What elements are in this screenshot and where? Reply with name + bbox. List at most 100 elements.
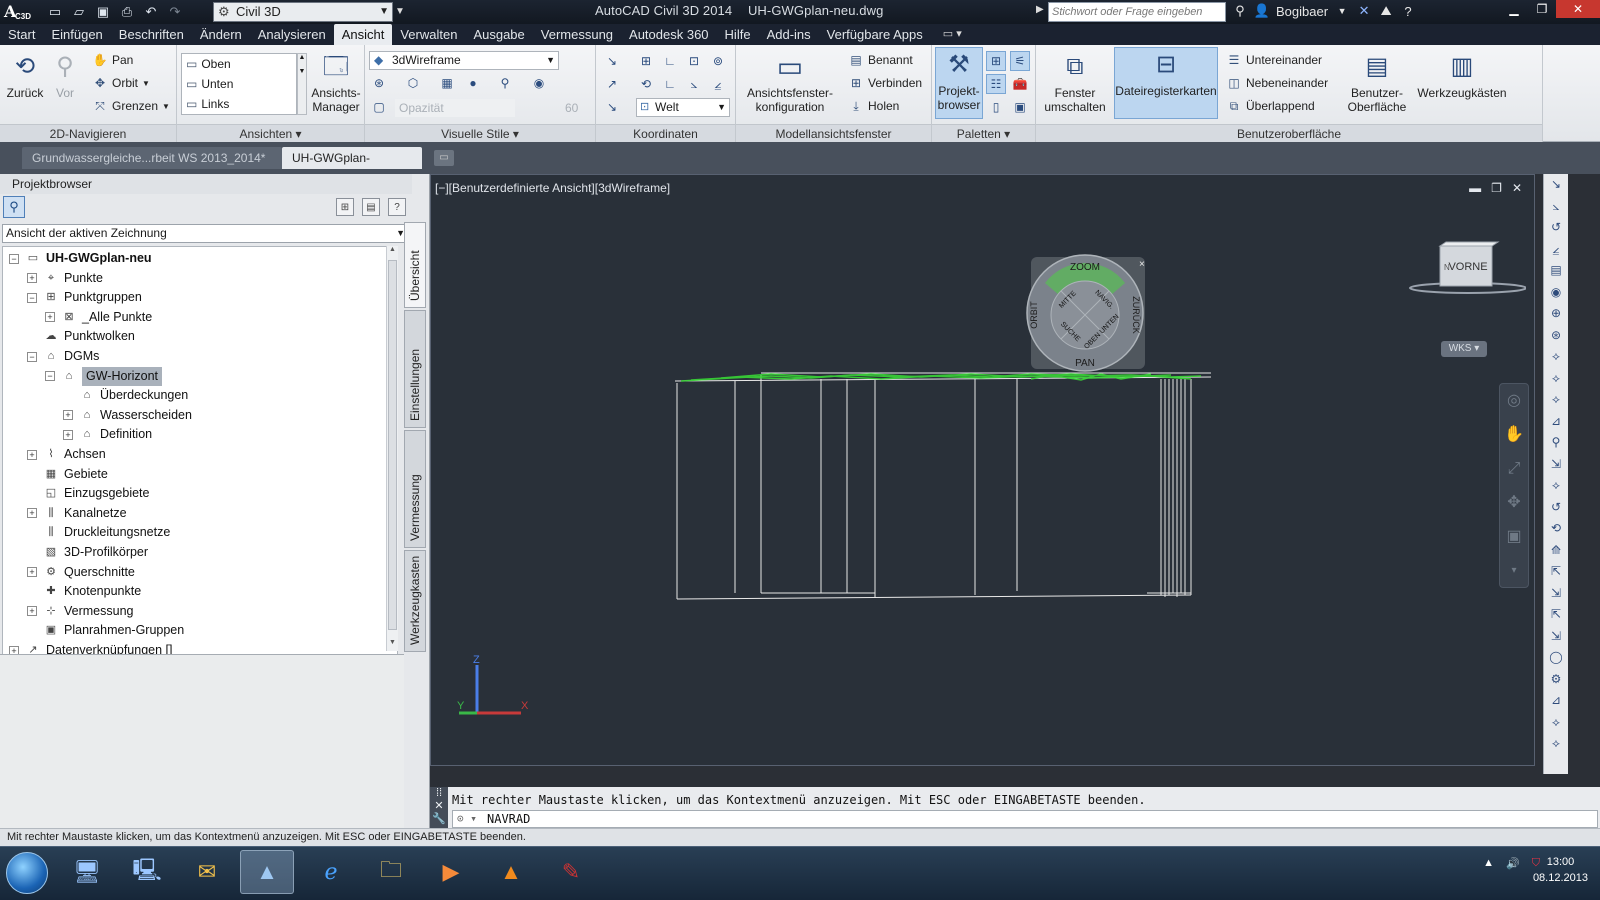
panel-title-2d-navigate[interactable]: 2D-Navigieren: [0, 124, 176, 142]
forward-button[interactable]: ⚲ Vor: [46, 50, 84, 101]
drawing-viewport[interactable]: [−][Benutzerdefinierte Ansicht][3dWirefr…: [430, 174, 1535, 766]
scroll-thumb[interactable]: [388, 260, 397, 630]
ucs-previous-icon[interactable]: ⊡: [684, 51, 704, 71]
drawing-tool-icon[interactable]: ✎: [544, 850, 598, 894]
wheel-zoom-label[interactable]: ZOOM: [1070, 262, 1100, 273]
properties-icon[interactable]: ☷: [986, 74, 1006, 94]
help-icon[interactable]: ?: [388, 198, 406, 216]
ucs-tool-icon[interactable]: ⟰: [1544, 540, 1568, 562]
minimize-icon[interactable]: ▁: [1500, 0, 1528, 18]
ucs-tool-icon[interactable]: ⊿: [1544, 690, 1568, 712]
side-tab[interactable]: Werkzeugkasten: [404, 550, 426, 652]
viewport-config-button[interactable]: ▭ Ansichtsfenster- konfiguration: [742, 50, 838, 115]
ucs-tool-icon[interactable]: ⟲: [1544, 518, 1568, 540]
redo-icon[interactable]: ↷: [166, 3, 184, 21]
view-item[interactable]: ▭ Links: [182, 94, 296, 114]
ucs-icon[interactable]: ↘: [602, 51, 622, 71]
item-view-icon[interactable]: ▤: [362, 198, 380, 216]
showmotion-icon[interactable]: ▣: [1500, 520, 1528, 554]
panel-title-visual-styles[interactable]: Visuelle Stile ▾: [365, 124, 595, 142]
expand-icon[interactable]: +: [27, 606, 37, 617]
restore-icon[interactable]: ❐: [1528, 0, 1556, 18]
wheel-pan-label[interactable]: PAN: [1075, 358, 1095, 369]
panel-title-coordinates[interactable]: Koordinaten: [596, 124, 735, 142]
expand-icon[interactable]: +: [27, 508, 37, 519]
start-button[interactable]: [6, 852, 48, 894]
grip-icon[interactable]: ⁞⁞: [430, 787, 448, 799]
panel-title-model-viewports[interactable]: Modellansichtsfenster: [736, 124, 931, 142]
ucs-3point-icon[interactable]: ⟲: [636, 74, 656, 94]
ucs-tool-icon[interactable]: ↺: [1544, 217, 1568, 239]
toolbox-icon[interactable]: 🧰: [1010, 74, 1030, 94]
named-viewports-button[interactable]: ▤ Benannt: [848, 50, 912, 70]
dropdown-icon[interactable]: ▼: [1334, 3, 1350, 19]
ucs-tool-icon[interactable]: ⇲: [1544, 626, 1568, 648]
ucs-tool-icon[interactable]: ⇱: [1544, 561, 1568, 583]
side-tab[interactable]: Übersicht: [404, 222, 426, 308]
view-item[interactable]: ▭ Unten: [182, 74, 296, 94]
exchange-icon[interactable]: ✕: [1356, 3, 1372, 19]
shadow-icon[interactable]: ⚲: [495, 73, 515, 93]
edge-style-icon[interactable]: ⊛: [369, 73, 389, 93]
civil3d-taskbar-icon[interactable]: ▲: [240, 850, 294, 894]
lights-icon[interactable]: ●: [463, 73, 483, 93]
panel-title-palettes[interactable]: Paletten ▾: [932, 124, 1035, 142]
tree-node[interactable]: ▧ 3D-Profilkörper: [27, 543, 148, 562]
search-expand-icon[interactable]: ▶: [1036, 4, 1044, 15]
tree-node[interactable]: + ⫼ Kanalnetze: [27, 504, 127, 523]
ucs-view-icon[interactable]: ⊚: [708, 51, 728, 71]
ucs-tool-icon[interactable]: ⚙: [1544, 669, 1568, 691]
collapse-icon[interactable]: −: [27, 292, 37, 303]
ucs-tool-icon[interactable]: ⚲: [1544, 432, 1568, 454]
orbit-icon[interactable]: ✥: [1500, 486, 1528, 520]
sphere-icon[interactable]: ◉: [529, 73, 549, 93]
help-icon[interactable]: ?: [1400, 3, 1416, 19]
doc-tab-active[interactable]: UH-GWGplan-neu*✕: [282, 147, 422, 187]
close-icon[interactable]: ✕: [430, 799, 448, 812]
collapse-icon[interactable]: −: [27, 351, 37, 362]
tree-node[interactable]: + ⌇ Achsen: [27, 445, 106, 464]
toolbars-button[interactable]: ▥ Werkzeugkästen: [1416, 50, 1508, 101]
command-input[interactable]: ⊙ ▾ NAVRAD: [452, 810, 1598, 828]
face-style-icon[interactable]: ⬡: [403, 73, 423, 93]
ucs-tool-icon[interactable]: ⦣: [1544, 196, 1568, 218]
ucs-tool-icon[interactable]: ↘: [1544, 174, 1568, 196]
ucs-y-icon[interactable]: ⦣: [684, 74, 704, 94]
tool-palette-icon[interactable]: ⚟: [1010, 51, 1030, 71]
ribbon-tab-autodesk-360[interactable]: Autodesk 360: [621, 24, 717, 45]
tree-node[interactable]: ⌂ Überdeckungen: [63, 386, 189, 405]
wireframe-model[interactable]: [431, 175, 1536, 767]
expand-icon[interactable]: +: [27, 273, 37, 284]
scroll-down-icon[interactable]: ▼: [387, 639, 398, 651]
join-viewports-button[interactable]: ⊞ Verbinden: [848, 73, 922, 93]
orbit-button[interactable]: ✥ Orbit ▼: [92, 73, 150, 93]
save-icon[interactable]: ▣: [94, 3, 112, 21]
tree-node[interactable]: ✚ Knotenpunkte: [27, 582, 141, 601]
ribbon-minimize-icon[interactable]: ▭ ▾: [943, 24, 962, 45]
tile-horizontal-button[interactable]: ☰ Untereinander: [1226, 50, 1322, 70]
ucs-tool-icon[interactable]: ↺: [1544, 497, 1568, 519]
workspace-select[interactable]: ⚙ Civil 3D ▼: [213, 2, 393, 22]
tree-node[interactable]: + ⌂ Definition: [63, 425, 152, 444]
switch-windows-button[interactable]: ⧉ Fenster umschalten: [1042, 50, 1108, 115]
volume-icon[interactable]: 🔊: [1506, 857, 1520, 870]
data-shortcut-icon[interactable]: ▣: [1010, 97, 1030, 117]
scroll-up-icon[interactable]: ▲: [387, 246, 398, 258]
ribbon-tab-beschriften[interactable]: Beschriften: [111, 24, 192, 45]
expand-icon[interactable]: +: [45, 312, 55, 323]
panorama-icon[interactable]: ▯: [986, 97, 1006, 117]
expand-icon[interactable]: +: [63, 429, 73, 440]
ribbon-tab-verwalten[interactable]: Verwalten: [392, 24, 465, 45]
opacity-slider[interactable]: Opazität: [395, 99, 515, 117]
side-tab[interactable]: Vermessung: [404, 430, 426, 548]
ucs-tool-icon[interactable]: ⟡: [1544, 368, 1568, 390]
viewcube[interactable]: VORNE N: [1406, 240, 1526, 300]
navbar-menu-icon[interactable]: ▾: [1500, 554, 1528, 588]
close-icon[interactable]: ✕: [1556, 0, 1600, 18]
community-icon[interactable]: ⛰: [1378, 3, 1394, 19]
close-wheel-icon[interactable]: ×: [1139, 259, 1145, 270]
view-item[interactable]: ▭ Oben: [182, 54, 296, 74]
ucs-tool-icon[interactable]: ⟡: [1544, 346, 1568, 368]
tree-scrollbar[interactable]: ▲ ▼: [386, 246, 398, 651]
tray-expand-icon[interactable]: ▲: [1483, 857, 1494, 870]
